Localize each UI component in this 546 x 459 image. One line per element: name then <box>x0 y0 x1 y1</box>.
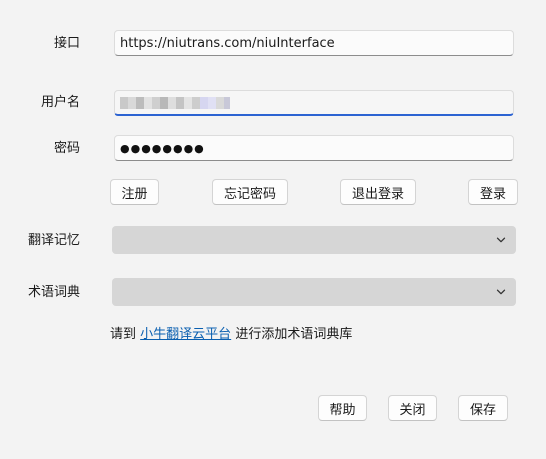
login-button[interactable]: 登录 <box>468 179 518 205</box>
password-input-value: ●●●●●●●● <box>120 141 205 155</box>
close-button[interactable]: 关闭 <box>388 395 437 421</box>
password-input[interactable]: ●●●●●●●● <box>114 135 514 161</box>
termbase-label: 术语词典 <box>27 285 80 300</box>
termbase-hint: 请到 小牛翻译云平台 进行添加术语词典库 <box>110 327 352 343</box>
redacted-username <box>120 96 230 109</box>
memory-select[interactable] <box>112 226 516 254</box>
niutrans-cloud-link[interactable]: 小牛翻译云平台 <box>140 327 231 342</box>
memory-label: 翻译记忆 <box>27 233 80 248</box>
logout-button[interactable]: 退出登录 <box>340 179 416 205</box>
register-button[interactable]: 注册 <box>110 179 159 205</box>
interface-input[interactable]: https://niutrans.com/niuInterface <box>114 30 514 56</box>
hint-prefix: 请到 <box>110 327 137 342</box>
chevron-down-icon <box>496 289 506 295</box>
termbase-select[interactable] <box>112 278 516 306</box>
forgot-password-button[interactable]: 忘记密码 <box>212 179 288 205</box>
username-input[interactable] <box>114 90 514 116</box>
interface-label: 接口 <box>53 36 80 51</box>
hint-suffix: 进行添加术语词典库 <box>235 327 353 342</box>
password-label: 密码 <box>53 141 80 156</box>
chevron-down-icon <box>496 237 506 243</box>
interface-input-value: https://niutrans.com/niuInterface <box>120 35 335 51</box>
save-button[interactable]: 保存 <box>458 395 508 421</box>
help-button[interactable]: 帮助 <box>318 395 367 421</box>
username-label: 用户名 <box>40 95 80 110</box>
